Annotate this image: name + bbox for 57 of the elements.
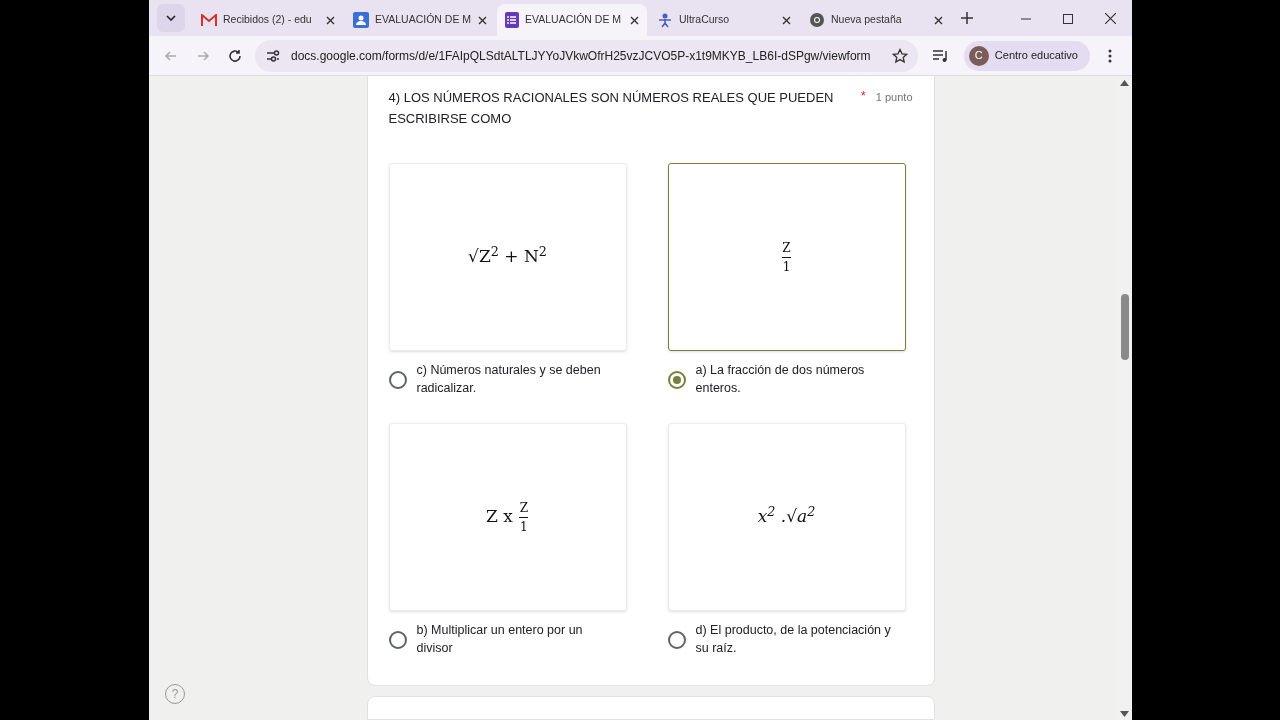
numerator: Z [518,500,530,515]
maximize-icon[interactable] [1063,14,1073,24]
close-icon[interactable] [782,15,791,25]
tab-title: EVALUACIÓN DE M [375,12,472,28]
browser-tab[interactable]: EVALUACIÓN DE M [345,4,495,36]
close-window-icon[interactable] [1105,13,1116,24]
option-label: c) Números naturales y se deben radicalizar. [416,362,602,397]
close-icon[interactable] [326,15,335,25]
denominator: 1 [520,519,528,534]
math-formula: x$^{2}$ .√a$^{2}$ [757,504,816,529]
url-text: docs.google.com/forms/d/e/1FAIpQLSdtALTLJYYoJVkwOfrH25vzJCVO5P-x1t9MKYB_LB6I-dSPgw/viewform [291,47,872,65]
option-image-card[interactable]: x$^{2}$ .√a$^{2}$ [667,423,906,611]
reload-icon[interactable] [227,47,243,64]
tab-title: Nueva pestaña [831,12,903,28]
tab-list-button[interactable] [157,4,185,32]
required-mark: * [860,87,866,105]
tab-title: UltraCurso [679,12,731,28]
figure-icon [657,12,673,28]
chevron-down-icon [166,15,176,21]
browser-tab[interactable]: Nueva pestaña [801,4,951,36]
option-image-card[interactable]: √Z$^{2}$ + N$^{2}$ [388,163,627,351]
option-label: b) Multiplicar un entero por un divisor [416,622,584,657]
tab-title: Recibidos (2) - edu [223,12,313,28]
close-icon[interactable] [630,15,639,25]
radio-button[interactable] [388,371,407,389]
close-icon[interactable] [478,15,487,25]
site-settings-icon[interactable] [265,47,281,64]
profile-name: Centro educativo [994,48,1078,64]
scroll-up-icon[interactable] [1120,80,1129,86]
mail-icon [201,14,217,26]
avatar: C [968,45,989,66]
browser-tab[interactable]: EVALUACIÓN DE M [497,4,647,36]
media-icon[interactable] [931,47,950,64]
star-icon[interactable] [891,47,908,64]
option-label: d) El producto, de la potenciación y su raíz. [695,622,892,657]
scroll-thumb[interactable] [1120,294,1129,360]
forms-icon [505,12,519,28]
points-label: 1 punto [875,90,913,105]
browser-tab[interactable]: Recibidos (2) - edu [193,4,343,36]
address-bar[interactable]: docs.google.com/forms/d/e/1FAIpQLSdtALTLJYYoJVkwOfrH25vzJCVO5P-x1t9MKYB_LB6I-dSPgw/viewform [255,39,918,72]
radio-button[interactable] [667,371,686,389]
tab-title: EVALUACIÓN DE M [525,12,623,28]
contact-icon [353,12,369,28]
question-title: 4) LOS NÚMEROS RACIONALES SON NÚMEROS REALES QUE PUEDEN ESCRIBIRSE COMO [388,89,835,128]
option-image-card[interactable]: Z 1 [667,163,906,351]
profile-chip[interactable]: C Centro educativo [963,40,1090,71]
new-tab-icon[interactable] [961,12,973,24]
radio-button[interactable] [667,631,686,649]
scroll-down-icon[interactable] [1120,711,1129,717]
option-label: a) La fracción de dos números enteros. [695,362,866,397]
math-formula: √Z$^{2}$ + N$^{2}$ [468,244,547,269]
numerator: Z [781,240,792,255]
radio-button[interactable] [388,631,407,649]
denominator: 1 [782,259,791,274]
close-icon[interactable] [934,15,943,25]
math-formula: Z x [485,505,513,529]
browser-tab[interactable]: UltraCurso [649,4,799,36]
